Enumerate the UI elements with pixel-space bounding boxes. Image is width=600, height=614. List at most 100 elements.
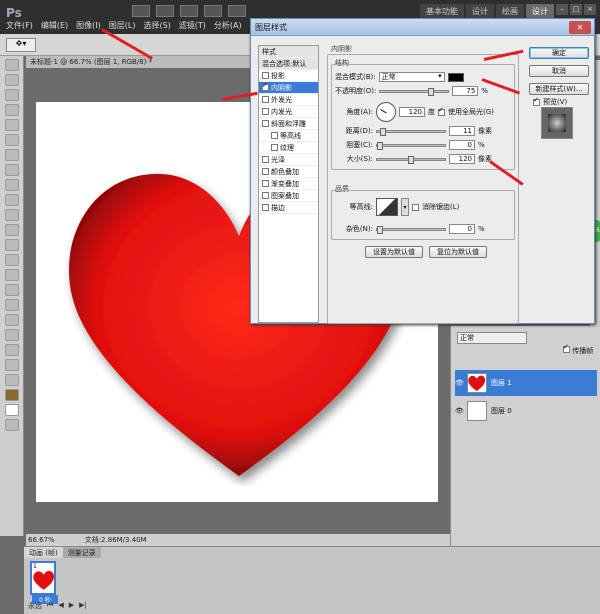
- quick-mask-icon[interactable]: [5, 419, 19, 431]
- style-item[interactable]: 斜面和浮雕: [259, 118, 318, 130]
- maximize-button[interactable]: □: [570, 4, 582, 15]
- style-item[interactable]: 光泽: [259, 154, 318, 166]
- noise-slider-knob[interactable]: [377, 225, 383, 234]
- loop-select[interactable]: 永远: [28, 601, 42, 611]
- blur-tool-icon[interactable]: [5, 239, 19, 251]
- style-item[interactable]: 颜色叠加: [259, 166, 318, 178]
- choke-slider-knob[interactable]: [377, 141, 383, 150]
- layer-blend-mode-select[interactable]: 正常: [457, 332, 527, 344]
- style-checkbox[interactable]: [262, 96, 269, 103]
- shape-tool-icon[interactable]: [5, 314, 19, 326]
- style-item[interactable]: 内发光: [259, 106, 318, 118]
- dialog-close-button[interactable]: ✕: [569, 21, 591, 34]
- foreground-color-swatch[interactable]: [5, 389, 19, 401]
- layer-name[interactable]: 图层 1: [491, 378, 512, 388]
- contour-dropdown-icon[interactable]: ▾: [401, 198, 409, 216]
- contour-preview-icon[interactable]: [376, 198, 398, 216]
- noise-input[interactable]: 0: [449, 224, 475, 234]
- style-checkbox[interactable]: [262, 108, 269, 115]
- next-frame-icon[interactable]: ▶|: [79, 601, 87, 611]
- gradient-tool-icon[interactable]: [5, 224, 19, 236]
- healing-brush-tool-icon[interactable]: [5, 149, 19, 161]
- size-slider-knob[interactable]: [407, 155, 414, 164]
- history-brush-tool-icon[interactable]: [5, 194, 19, 206]
- antialias-checkbox[interactable]: [412, 203, 419, 211]
- hand-tool-icon[interactable]: [5, 359, 19, 371]
- set-default-button[interactable]: 设置为默认值: [365, 246, 423, 258]
- style-item[interactable]: 图案叠加: [259, 190, 318, 202]
- dialog-title[interactable]: 图层样式: [251, 19, 594, 36]
- menu-select[interactable]: 选择(S): [143, 20, 170, 31]
- prev-frame-icon[interactable]: ◀: [58, 601, 63, 611]
- mini-bridge-icon[interactable]: [156, 5, 174, 17]
- style-checkbox[interactable]: [262, 192, 269, 199]
- style-checkbox[interactable]: [262, 72, 269, 79]
- visibility-eye-icon[interactable]: 👁: [455, 379, 464, 387]
- clone-stamp-tool-icon[interactable]: [5, 179, 19, 191]
- style-checkbox[interactable]: [271, 144, 278, 151]
- style-checkbox[interactable]: [262, 120, 269, 127]
- zoom-readout[interactable]: 66.67%: [28, 534, 55, 546]
- layer-name[interactable]: 图层 0: [491, 406, 512, 416]
- choke-input[interactable]: 0: [449, 140, 475, 150]
- document-tab[interactable]: 未标题-1 @ 66.7% (图层 1, RGB/8) *: [26, 56, 250, 68]
- move-tool-icon[interactable]: [5, 59, 19, 71]
- style-item[interactable]: 渐变叠加: [259, 178, 318, 190]
- style-item[interactable]: 外发光: [259, 94, 318, 106]
- distance-input[interactable]: 11: [449, 126, 475, 136]
- style-checkbox[interactable]: [262, 156, 269, 163]
- marquee-tool-icon[interactable]: [5, 74, 19, 86]
- animation-frame[interactable]: 1 0 秒: [30, 561, 58, 604]
- blend-mode-select[interactable]: 正常: [378, 72, 445, 82]
- pen-tool-icon[interactable]: [5, 269, 19, 281]
- menu-layer[interactable]: 图层(L): [109, 20, 136, 31]
- quick-select-tool-icon[interactable]: [5, 104, 19, 116]
- blending-options-item[interactable]: 混合选项:默认: [259, 58, 318, 70]
- menu-analysis[interactable]: 分析(A): [214, 20, 242, 31]
- visibility-eye-icon[interactable]: 👁: [455, 407, 464, 415]
- dodge-tool-icon[interactable]: [5, 254, 19, 266]
- play-icon[interactable]: ▶: [69, 601, 74, 611]
- style-item[interactable]: 描边: [259, 202, 318, 214]
- screen-mode-icon[interactable]: [228, 5, 246, 17]
- type-tool-icon[interactable]: [5, 284, 19, 296]
- global-light-label[interactable]: 使用全局光(G): [448, 107, 494, 117]
- menu-edit[interactable]: 编辑(E): [41, 20, 68, 31]
- antialias-label[interactable]: 消除锯齿(L): [422, 202, 459, 212]
- style-item[interactable]: 等高线: [259, 130, 318, 142]
- opacity-slider-knob[interactable]: [428, 87, 435, 96]
- minimize-button[interactable]: –: [556, 4, 568, 15]
- lasso-tool-icon[interactable]: [5, 89, 19, 101]
- style-checkbox[interactable]: [262, 81, 269, 91]
- crop-tool-icon[interactable]: [5, 119, 19, 131]
- style-checkbox[interactable]: [262, 180, 269, 187]
- ok-button[interactable]: 确定: [529, 47, 589, 59]
- background-color-swatch[interactable]: [5, 404, 19, 416]
- style-item[interactable]: 纹理: [259, 142, 318, 154]
- style-item[interactable]: 内阴影: [259, 81, 318, 94]
- zoom-level-icon[interactable]: [180, 5, 198, 17]
- style-checkbox[interactable]: [262, 204, 269, 211]
- cancel-button[interactable]: 取消: [529, 65, 589, 77]
- bridge-icon[interactable]: [132, 5, 150, 17]
- first-frame-icon[interactable]: ⏮: [47, 601, 53, 611]
- 3d-rotate-tool-icon[interactable]: [5, 329, 19, 341]
- distance-slider-knob[interactable]: [380, 127, 387, 136]
- distance-slider[interactable]: [376, 127, 446, 136]
- tab-animation[interactable]: 动画 (帧): [24, 547, 63, 558]
- workspace-active[interactable]: 设计: [526, 4, 554, 19]
- shadow-color-swatch[interactable]: [447, 72, 464, 82]
- preview-label[interactable]: 预览(V): [543, 97, 567, 107]
- global-light-checkbox[interactable]: [438, 106, 445, 116]
- size-input[interactable]: 120: [449, 154, 475, 164]
- size-slider[interactable]: [376, 155, 446, 164]
- styles-header[interactable]: 样式: [259, 46, 318, 58]
- angle-dial-icon[interactable]: [376, 102, 396, 122]
- path-select-tool-icon[interactable]: [5, 299, 19, 311]
- 3d-orbit-tool-icon[interactable]: [5, 344, 19, 356]
- workspace-essentials[interactable]: 基本功能: [420, 4, 464, 19]
- propagate-frame-checkbox[interactable]: [563, 343, 570, 353]
- style-checkbox[interactable]: [271, 132, 278, 139]
- opacity-slider[interactable]: [379, 87, 450, 96]
- brush-tool-icon[interactable]: [5, 164, 19, 176]
